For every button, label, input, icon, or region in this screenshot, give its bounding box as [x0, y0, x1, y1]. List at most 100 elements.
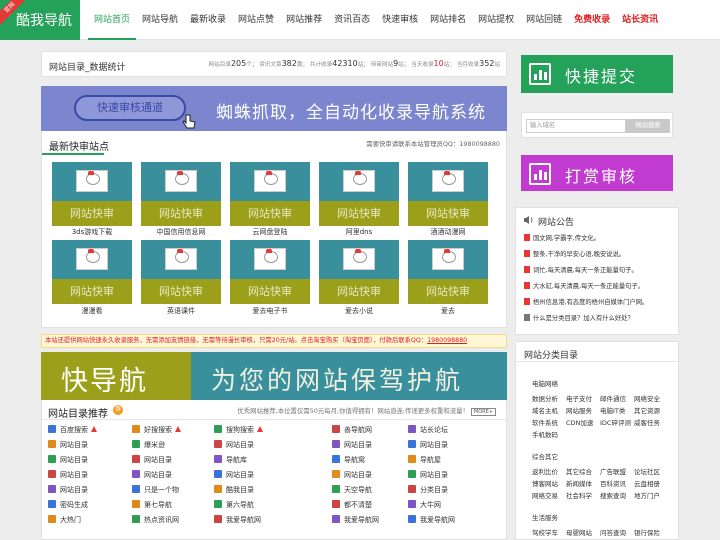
- site-name[interactable]: 漫漫看: [52, 306, 132, 316]
- category-link[interactable]: 百科资讯: [600, 478, 626, 488]
- announcement-item[interactable]: 词忙,每天清晨,每天一条正能量句子。: [524, 265, 638, 274]
- site-name[interactable]: 英语课件: [141, 306, 221, 316]
- announcement-item[interactable]: 什么是分类目录？加入有什么好处？: [524, 313, 634, 322]
- category-link[interactable]: 邮件通信: [600, 393, 626, 403]
- directory-link[interactable]: 网站目录: [214, 470, 304, 484]
- quick-submit-button[interactable]: 快捷提交: [521, 55, 673, 93]
- category-link[interactable]: 其它资源: [634, 405, 660, 415]
- directory-link[interactable]: 大热门: [48, 515, 138, 529]
- nav-item[interactable]: 资讯百态: [328, 0, 376, 40]
- spider-banner[interactable]: 快速审核通道 蜘蛛抓取，全自动化收录导航系统: [41, 86, 507, 131]
- directory-link[interactable]: 网站目录: [48, 455, 138, 469]
- site-name[interactable]: 酒酒动漫网: [408, 227, 488, 237]
- category-link[interactable]: 驾校学车: [532, 527, 558, 537]
- site-name[interactable]: 爱去: [408, 306, 488, 316]
- site-card[interactable]: 网站快审: [319, 162, 399, 226]
- category-link[interactable]: 返利比价: [532, 466, 558, 476]
- more-button[interactable]: MORE+: [470, 408, 496, 416]
- directory-link[interactable]: 第七导航: [132, 500, 222, 514]
- category-link[interactable]: 搜索查询: [600, 490, 626, 500]
- nav-item[interactable]: 网站首页: [88, 0, 137, 40]
- nav-item[interactable]: 网站回链: [520, 0, 568, 40]
- category-link[interactable]: 云盘相册: [634, 478, 660, 488]
- category-link[interactable]: 网站服务: [566, 405, 592, 415]
- directory-link[interactable]: 酷我目录: [214, 485, 304, 499]
- directory-link[interactable]: 爆米逊: [132, 440, 222, 454]
- site-card[interactable]: 网站快审: [408, 162, 488, 226]
- directory-link[interactable]: 好搜搜索: [132, 425, 222, 439]
- directory-link[interactable]: 分类目录: [408, 485, 498, 499]
- directory-link[interactable]: 密码生成: [48, 500, 138, 514]
- directory-link[interactable]: 站长论坛: [408, 425, 498, 439]
- site-name[interactable]: 爱去小说: [319, 306, 399, 316]
- site-card[interactable]: 网站快审: [319, 240, 399, 304]
- site-name[interactable]: 中国信用信息网: [141, 227, 221, 237]
- fast-review-channel-button[interactable]: 快速审核通道: [74, 95, 186, 121]
- category-link[interactable]: 问答查询: [600, 527, 626, 537]
- site-name[interactable]: 云网盘登陆: [230, 227, 310, 237]
- site-search-button[interactable]: 网站搜索: [626, 119, 670, 133]
- notice-qq-link[interactable]: 1980098880: [427, 337, 467, 344]
- category-link[interactable]: 电子支付: [566, 393, 592, 403]
- category-link[interactable]: 软件系统: [532, 417, 558, 427]
- site-card[interactable]: 网站快审: [408, 240, 488, 304]
- category-link[interactable]: 广告联盟: [600, 466, 626, 476]
- site-card[interactable]: 网站快审: [141, 240, 221, 304]
- directory-link[interactable]: 我爱导航网: [408, 515, 498, 529]
- domain-search-input[interactable]: 输入域名: [526, 119, 626, 133]
- category-link[interactable]: 威客任务: [634, 417, 660, 427]
- category-link[interactable]: 社会科学: [566, 490, 592, 500]
- directory-link[interactable]: 网站目录: [48, 485, 138, 499]
- site-card[interactable]: 网站快审: [141, 162, 221, 226]
- directory-link[interactable]: 网站目录: [132, 455, 222, 469]
- site-name[interactable]: 阿里dns: [319, 227, 399, 237]
- site-card[interactable]: 网站快审: [230, 240, 310, 304]
- nav-item[interactable]: 网站推荐: [280, 0, 328, 40]
- category-link[interactable]: 手机数码: [532, 429, 558, 439]
- reward-review-button[interactable]: 打赏审核: [521, 155, 673, 191]
- nav-item-free-submit[interactable]: 免费收录: [568, 0, 616, 40]
- category-link[interactable]: 网络安全: [634, 393, 660, 403]
- announcement-item[interactable]: 国文网,学霸字,传文化。: [524, 233, 600, 242]
- directory-link[interactable]: 网站目录: [48, 470, 138, 484]
- category-link[interactable]: 新闻媒体: [566, 478, 592, 488]
- category-link[interactable]: 银行保险: [634, 527, 660, 537]
- directory-link[interactable]: 网站目录: [408, 440, 498, 454]
- nav-item[interactable]: 最新收录: [184, 0, 232, 40]
- site-card[interactable]: 网站快审: [52, 240, 132, 304]
- site-card[interactable]: 网站快审: [230, 162, 310, 226]
- nav-item[interactable]: 网站排名: [424, 0, 472, 40]
- directory-link[interactable]: 只是一个物: [132, 485, 222, 499]
- site-card[interactable]: 网站快审: [52, 162, 132, 226]
- directory-link[interactable]: 百度搜索: [48, 425, 138, 439]
- nav-item-webmaster-news[interactable]: 站长资讯: [616, 0, 664, 40]
- category-link[interactable]: 电脑IT类: [600, 405, 625, 415]
- directory-link[interactable]: 网站目录: [48, 440, 138, 454]
- category-link[interactable]: 域名主机: [532, 405, 558, 415]
- site-name[interactable]: 爱去电子书: [230, 306, 310, 316]
- category-link[interactable]: 地方门户: [634, 490, 660, 500]
- category-link[interactable]: 论坛社区: [634, 466, 660, 476]
- announcement-item[interactable]: 整条,干净的早安心语,晚安说说。: [524, 249, 625, 258]
- site-name[interactable]: 3ds游戏下载: [52, 227, 132, 237]
- category-link[interactable]: 博客网站: [532, 478, 558, 488]
- brand-banner[interactable]: 快导航 为您的网站保驾护航: [41, 352, 507, 400]
- directory-link[interactable]: 网站目录: [408, 470, 498, 484]
- directory-link[interactable]: 热点资讯网: [132, 515, 222, 529]
- directory-link[interactable]: 第六导航: [214, 500, 304, 514]
- category-link[interactable]: 网络交易: [532, 490, 558, 500]
- nav-item[interactable]: 网站导航: [136, 0, 184, 40]
- directory-link[interactable]: 搜狗搜索: [214, 425, 304, 439]
- directory-link[interactable]: 大牛网: [408, 500, 498, 514]
- category-link[interactable]: 母婴网站: [566, 527, 592, 537]
- directory-link[interactable]: 导航屋: [408, 455, 498, 469]
- announcement-item[interactable]: 梧州信息港,有态度的梧州自媒体门户网。: [524, 297, 648, 306]
- category-link[interactable]: 数据分析: [532, 393, 558, 403]
- directory-link[interactable]: 网站目录: [214, 440, 304, 454]
- nav-item[interactable]: 网站点赞: [232, 0, 280, 40]
- announcement-item[interactable]: 大水缸,每天清晨,每天一条正能量句子。: [524, 281, 644, 290]
- category-link[interactable]: IDC碎评测: [600, 417, 631, 427]
- nav-item[interactable]: 网站提权: [472, 0, 520, 40]
- directory-link[interactable]: 我爱导航网: [214, 515, 304, 529]
- directory-link[interactable]: 导航库: [214, 455, 304, 469]
